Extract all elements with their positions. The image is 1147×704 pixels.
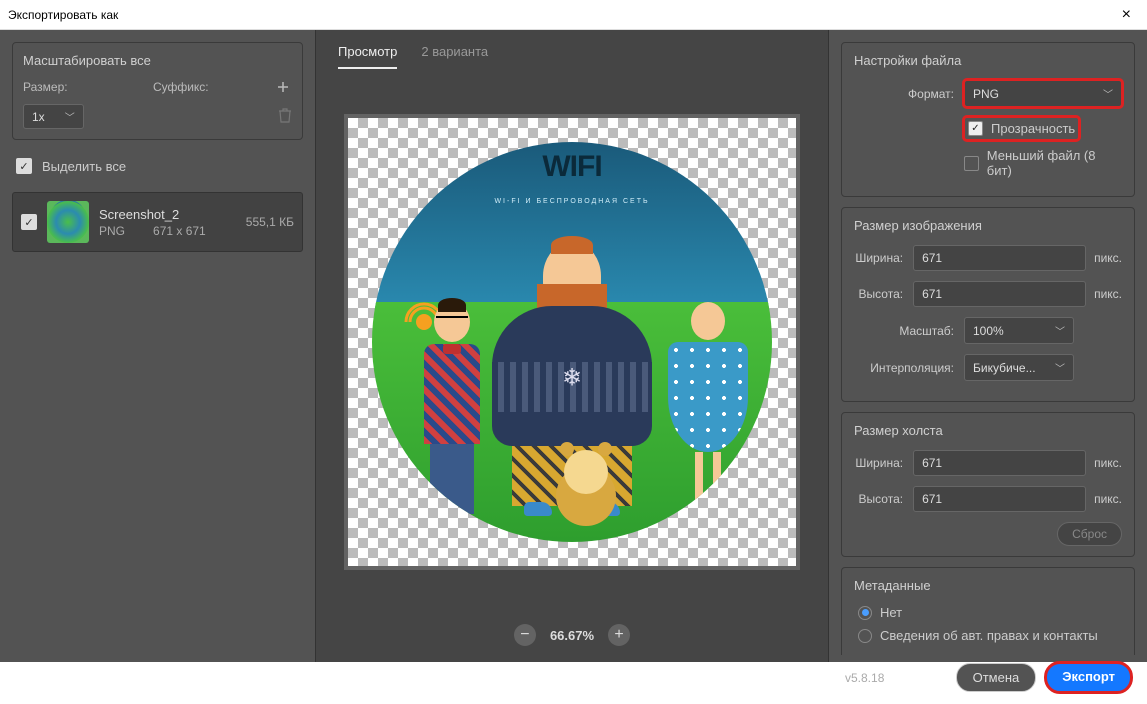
metadata-info-row: Сведения об авт. правах и контакты	[858, 628, 1122, 643]
zoom-out-button[interactable]: −	[514, 624, 536, 646]
image-size-title: Размер изображения	[854, 218, 1122, 233]
metadata-info-radio[interactable]	[858, 629, 872, 643]
smaller-file-checkbox[interactable]	[964, 156, 979, 171]
zoom-in-button[interactable]: +	[608, 624, 630, 646]
width-input[interactable]	[913, 245, 1086, 271]
scale-all-title: Масштабировать все	[23, 53, 292, 68]
reset-button[interactable]: Сброс	[1057, 522, 1122, 546]
transparency-label: Прозрачность	[991, 121, 1075, 136]
character-right	[668, 302, 748, 522]
tabs: Просмотр 2 варианта	[316, 30, 828, 69]
preview-canvas: WIFI WI-FI И БЕСПРОВОДНАЯ СЕТЬ ❄	[348, 118, 796, 566]
zoom-value: 66.67%	[550, 628, 594, 643]
scale-select[interactable]: 100% ﹀	[964, 317, 1074, 344]
format-value: PNG	[973, 87, 999, 101]
resample-select[interactable]: Бикубиче... ﹀	[964, 354, 1074, 381]
height-label: Высота:	[854, 287, 903, 301]
scale-all-section: Масштабировать все Размер: Суффикс: 1x ﹀	[12, 42, 303, 140]
file-settings-section: Настройки файла Формат: PNG ﹀ Прозрачнос…	[841, 42, 1135, 197]
file-settings-title: Настройки файла	[854, 53, 1122, 68]
canvas-size-title: Размер холста	[854, 423, 1122, 438]
format-select[interactable]: PNG ﹀	[964, 80, 1122, 107]
px-unit: пикс.	[1094, 251, 1122, 265]
add-size-button[interactable]	[274, 78, 292, 96]
size-select[interactable]: 1x ﹀	[23, 104, 84, 129]
metadata-none-radio[interactable]	[858, 606, 872, 620]
file-item[interactable]: Screenshot_2 PNG 671 x 671 555,1 КБ	[12, 192, 303, 252]
character-left	[412, 302, 492, 522]
resample-value: Бикубиче...	[973, 361, 1036, 375]
metadata-info-label: Сведения об авт. правах и контакты	[880, 628, 1098, 643]
canvas-size-section: Размер холста Ширина: пикс. Высота: пикс…	[841, 412, 1135, 557]
trash-icon[interactable]	[278, 107, 292, 126]
tab-preview[interactable]: Просмотр	[338, 44, 397, 69]
version-text: v5.8.18	[845, 671, 884, 685]
suffix-label: Суффикс:	[153, 80, 209, 94]
logo-text: WIFI	[542, 150, 601, 184]
tab-variants[interactable]: 2 варианта	[421, 44, 488, 69]
file-thumbnail	[47, 201, 89, 243]
smaller-file-row: Меньший файл (8 бит)	[964, 148, 1122, 178]
export-button[interactable]: Экспорт	[1046, 663, 1131, 692]
artwork: WIFI WI-FI И БЕСПРОВОДНАЯ СЕТЬ ❄	[372, 142, 772, 542]
size-label: Размер:	[23, 80, 68, 94]
cancel-button[interactable]: Отмена	[956, 663, 1037, 692]
center-panel: Просмотр 2 варианта WIFI WI-FI И БЕСПРОВ…	[315, 30, 829, 662]
canvas-height-label: Высота:	[854, 492, 903, 506]
file-checkbox[interactable]	[21, 214, 37, 230]
chevron-down-icon: ﹀	[65, 109, 75, 124]
canvas-width-input[interactable]	[913, 450, 1086, 476]
logo-subtitle: WI-FI И БЕСПРОВОДНАЯ СЕТЬ	[494, 198, 649, 205]
left-panel: Масштабировать все Размер: Суффикс: 1x ﹀…	[0, 30, 315, 662]
file-size: 555,1 КБ	[246, 215, 294, 229]
chevron-down-icon: ﹀	[1055, 323, 1065, 338]
select-all-checkbox[interactable]	[16, 158, 32, 174]
chevron-down-icon: ﹀	[1055, 360, 1065, 375]
right-panel: Настройки файла Формат: PNG ﹀ Прозрачнос…	[829, 30, 1147, 662]
metadata-section: Метаданные Нет Сведения об авт. правах и…	[841, 567, 1135, 655]
scale-label: Масштаб:	[854, 324, 954, 338]
file-dimensions: 671 x 671	[153, 224, 206, 238]
scale-value: 100%	[973, 324, 1004, 338]
select-all-row: Выделить все	[12, 152, 303, 180]
preview-area[interactable]: WIFI WI-FI И БЕСПРОВОДНАЯ СЕТЬ ❄	[316, 69, 828, 614]
metadata-none-row: Нет	[858, 605, 1122, 620]
file-format: PNG	[99, 224, 125, 238]
height-input[interactable]	[913, 281, 1086, 307]
transparency-checkbox[interactable]	[968, 121, 983, 136]
zoom-controls: − 66.67% +	[316, 614, 828, 662]
select-all-label: Выделить все	[42, 159, 126, 174]
width-label: Ширина:	[854, 251, 903, 265]
smaller-file-label: Меньший файл (8 бит)	[987, 148, 1122, 178]
titlebar: Экспортировать как ×	[0, 0, 1147, 30]
canvas-height-input[interactable]	[913, 486, 1086, 512]
chevron-down-icon: ﹀	[1103, 86, 1113, 101]
px-unit: пикс.	[1094, 287, 1122, 301]
metadata-none-label: Нет	[880, 605, 902, 620]
size-value: 1x	[32, 110, 45, 124]
image-size-section: Размер изображения Ширина: пикс. Высота:…	[841, 207, 1135, 402]
metadata-title: Метаданные	[854, 578, 1122, 593]
bottom-bar: v5.8.18 Отмена Экспорт	[841, 655, 1135, 704]
px-unit: пикс.	[1094, 456, 1122, 470]
px-unit: пикс.	[1094, 492, 1122, 506]
character-hamster	[556, 446, 616, 526]
format-label: Формат:	[854, 87, 954, 101]
canvas-width-label: Ширина:	[854, 456, 903, 470]
resample-label: Интерполяция:	[854, 361, 954, 375]
window-title: Экспортировать как	[8, 8, 118, 22]
transparency-row: Прозрачность	[964, 117, 1079, 140]
close-icon[interactable]: ×	[1114, 6, 1139, 24]
file-name: Screenshot_2	[99, 207, 236, 222]
